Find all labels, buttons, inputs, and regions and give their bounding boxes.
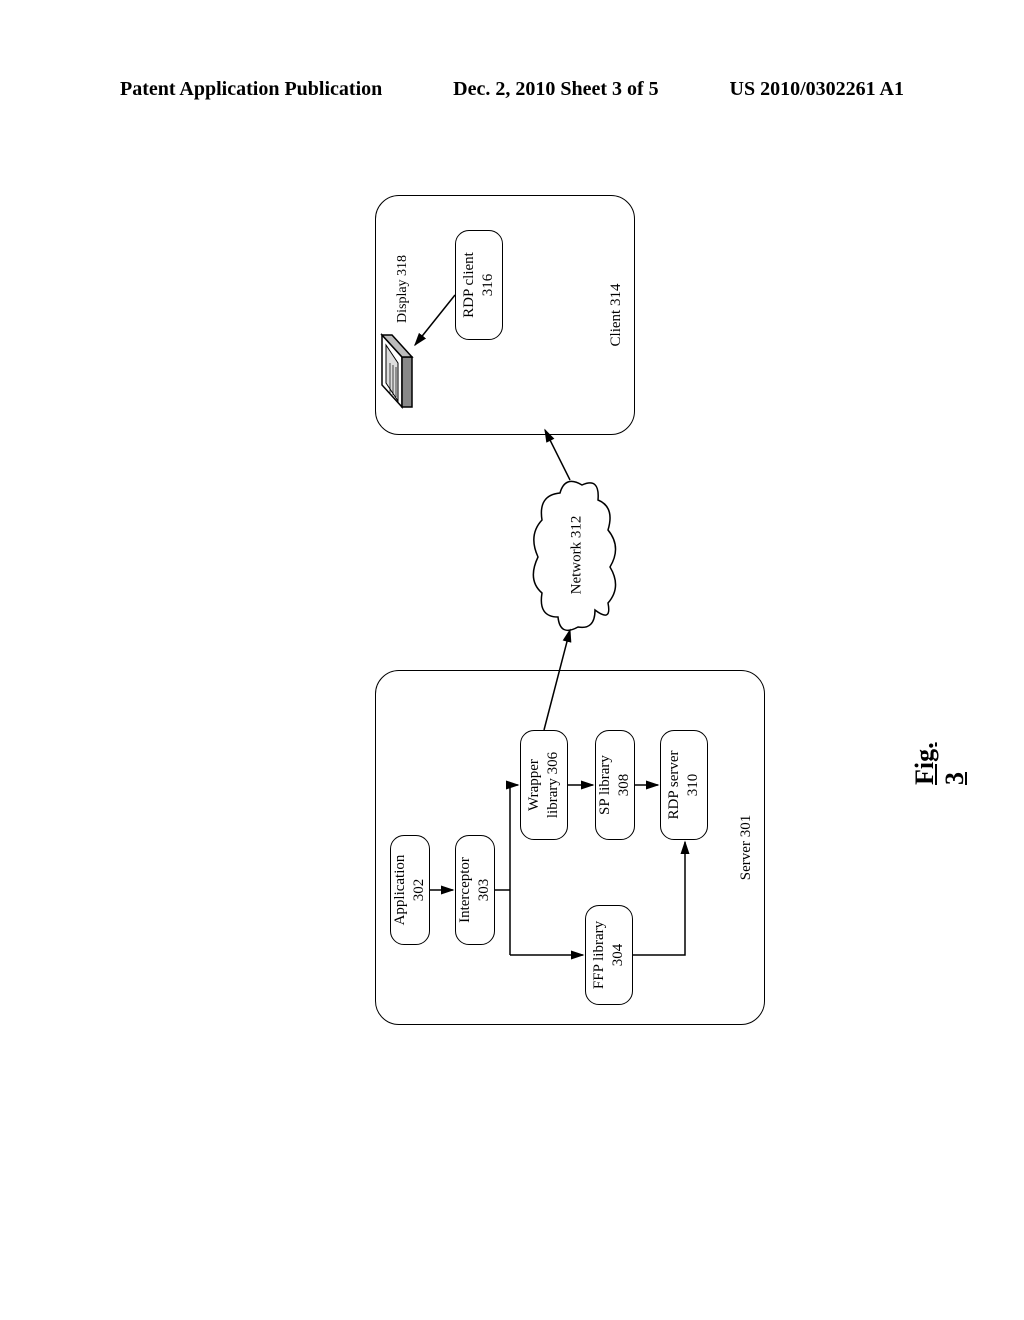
ffp-label: FFP library (590, 921, 609, 989)
wrapper-sub: library 306 (544, 752, 563, 818)
header-left: Patent Application Publication (120, 78, 382, 101)
sp-num: 308 (615, 774, 634, 797)
rdpclient-box: RDP client 316 (455, 230, 503, 340)
interceptor-box: Interceptor 303 (455, 835, 495, 945)
figure-area: Server 301 Client 314 Application 302 In… (130, 180, 900, 1030)
network-label: Network 312 (568, 516, 585, 595)
diagram-rotated: Server 301 Client 314 Application 302 In… (255, 185, 775, 1025)
application-label: Application (391, 855, 410, 926)
sp-box: SP library 308 (595, 730, 635, 840)
application-box: Application 302 (390, 835, 430, 945)
network-cloud: Network 312 (530, 475, 620, 635)
rdpclient-label: RDP client (460, 252, 479, 318)
header-right: US 2010/0302261 A1 (730, 78, 904, 101)
ffp-box: FFP library 304 (585, 905, 633, 1005)
rdpserver-label: RDP server (665, 750, 684, 819)
client-label: Client 314 (607, 284, 626, 347)
application-num: 302 (410, 879, 429, 902)
ffp-num: 304 (609, 944, 628, 967)
rdpserver-box: RDP server 310 (660, 730, 708, 840)
wrapper-box: Wrapper library 306 (520, 730, 568, 840)
interceptor-num: 303 (475, 879, 494, 902)
header-center: Dec. 2, 2010 Sheet 3 of 5 (453, 78, 659, 101)
display-label: Display 318 (395, 255, 411, 323)
server-label: Server 301 (737, 815, 756, 880)
rdpclient-num: 316 (479, 274, 498, 297)
rdpserver-num: 310 (684, 774, 703, 797)
sp-label: SP library (596, 755, 615, 815)
figure-caption: Fig. 3 (910, 742, 970, 785)
display-icon (360, 325, 424, 417)
interceptor-label: Interceptor (456, 857, 475, 923)
wrapper-label: Wrapper (525, 759, 544, 811)
server-container: Server 301 (375, 670, 765, 1025)
